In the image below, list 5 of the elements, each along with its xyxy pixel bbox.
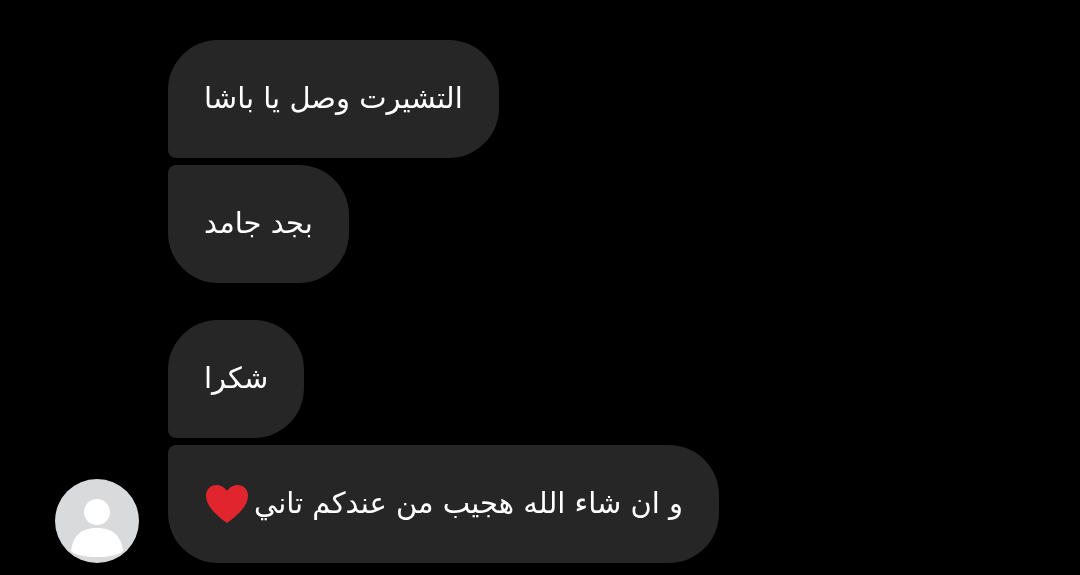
- message-text: بجد جامد: [204, 205, 313, 243]
- avatar[interactable]: [55, 479, 139, 563]
- message-text: شكرا: [204, 360, 269, 398]
- message-text: التشيرت وصل يا باشا: [204, 80, 463, 118]
- message-text: و ان شاء الله هجيب من عندكم تاني: [254, 485, 684, 523]
